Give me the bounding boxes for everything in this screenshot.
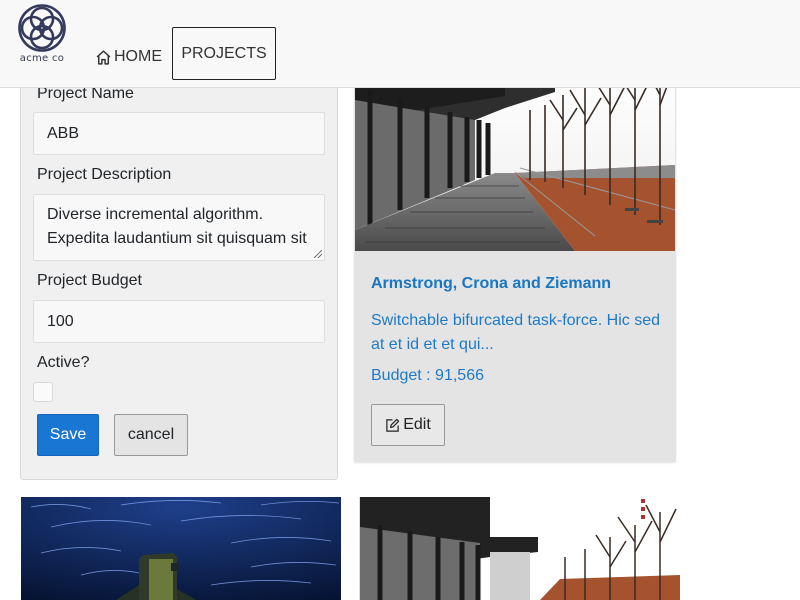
- nav-projects-link[interactable]: PROJECTS: [172, 27, 276, 80]
- home-icon: [96, 49, 111, 65]
- active-checkbox[interactable]: [33, 382, 53, 402]
- brand-logo[interactable]: acme co: [14, 0, 70, 70]
- edit-button-label: Edit: [403, 416, 431, 433]
- edit-icon: [386, 418, 400, 432]
- project-budget-input[interactable]: 100: [33, 300, 325, 343]
- project-card-description: Switchable bifurcated task-force. Hic se…: [371, 312, 661, 353]
- save-button[interactable]: Save: [37, 414, 99, 456]
- architecture-photo: [355, 60, 675, 251]
- edit-button[interactable]: Edit: [371, 404, 445, 446]
- resize-handle-icon[interactable]: [314, 250, 322, 258]
- project-form: Project Name ABB Project Description Div…: [20, 60, 338, 480]
- top-navbar: acme co HOME PROJECTS: [0, 0, 800, 88]
- project-description-label: Project Description: [37, 166, 172, 183]
- nav-home-label: HOME: [114, 48, 162, 65]
- active-label: Active?: [37, 354, 90, 371]
- project-card-title[interactable]: Armstrong, Crona and Ziemann: [371, 275, 671, 293]
- logo-circles-icon: [18, 4, 66, 52]
- project-card-image-night: [21, 497, 341, 600]
- brand-name: acme co: [19, 53, 65, 64]
- project-name-input[interactable]: ABB: [33, 112, 325, 155]
- project-card: Armstrong, Crona and Ziemann Switchable …: [354, 60, 676, 462]
- project-description-value: Diverse incremental algorithm. Expedita …: [47, 206, 307, 247]
- project-budget-label: Project Budget: [37, 272, 142, 289]
- cancel-button[interactable]: cancel: [114, 414, 188, 456]
- architecture-photo-2: [360, 497, 680, 600]
- nav-projects-label: PROJECTS: [181, 44, 267, 62]
- night-sky-photo: [21, 497, 341, 600]
- project-card-budget: Budget : 91,566: [371, 367, 484, 384]
- project-card-image-architecture: [359, 497, 680, 600]
- nav-home-link[interactable]: HOME: [95, 46, 162, 68]
- project-card-image: [355, 60, 675, 251]
- project-description-textarea[interactable]: Diverse incremental algorithm. Expedita …: [33, 194, 325, 261]
